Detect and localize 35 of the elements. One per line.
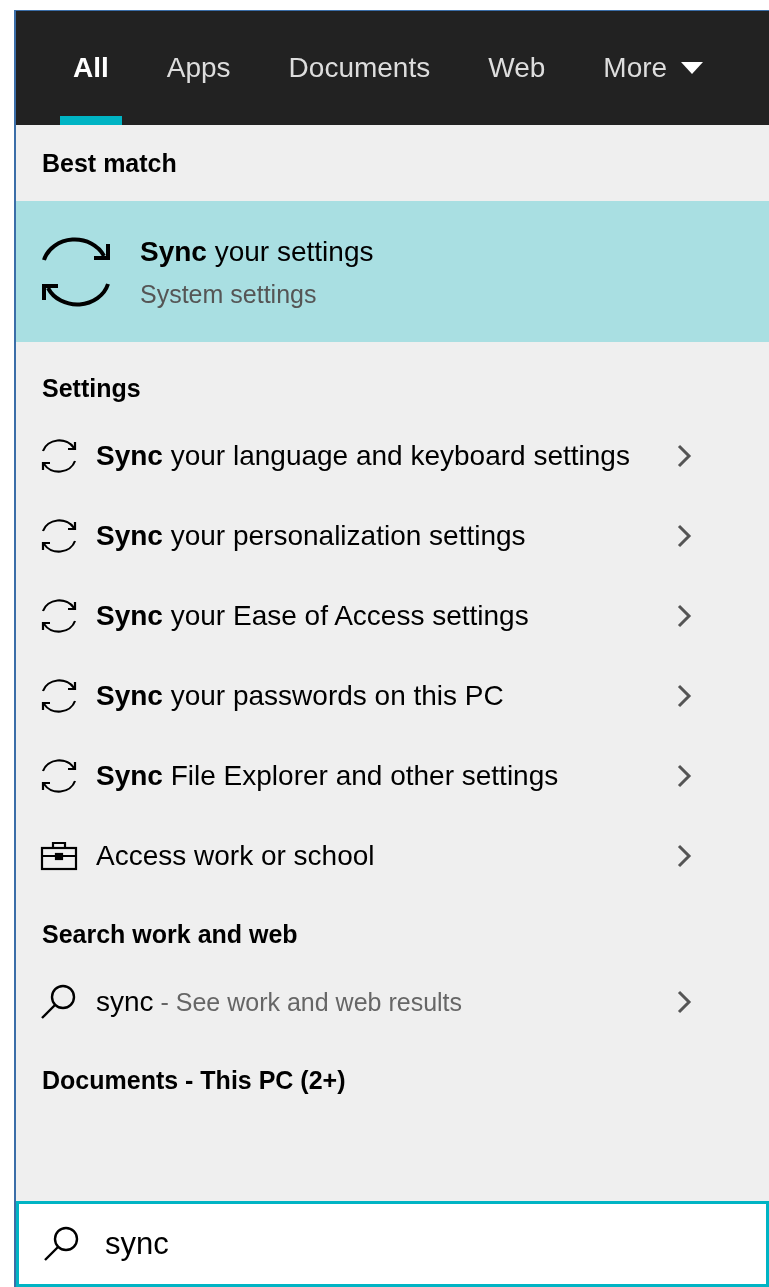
caret-down-icon [681, 62, 704, 74]
sync-icon [40, 597, 78, 635]
result-item[interactable]: Access work or school [16, 816, 769, 896]
sync-icon [40, 757, 78, 795]
chevron-right-icon [676, 989, 692, 1015]
chevron-right-icon [676, 763, 692, 789]
result-item[interactable]: sync - See work and web results [16, 962, 769, 1042]
chevron-right-icon [676, 523, 692, 549]
briefcase-icon [40, 841, 78, 871]
section-heading: Documents - This PC (2+) [42, 1065, 346, 1096]
result-item[interactable]: Sync your personalization settings [16, 496, 769, 576]
chevron-right-icon [676, 603, 692, 629]
result-hint: - See work and web results [159, 988, 463, 1016]
section-heading: Best match [42, 148, 177, 179]
chevron-right-icon [676, 443, 692, 469]
section-heading: Search work and web [42, 919, 298, 950]
result-item[interactable]: Sync your settings System settings [16, 201, 769, 342]
result-item[interactable]: Sync your passwords on this PC [16, 656, 769, 736]
result-item[interactable]: Sync File Explorer and other settings [16, 736, 769, 816]
chevron-right-icon [676, 843, 692, 869]
tab[interactable]: Documents [259, 11, 460, 125]
section-heading: Settings [42, 373, 141, 404]
tab[interactable]: Apps [137, 11, 260, 125]
search-icon [43, 1225, 81, 1263]
sync-icon [40, 517, 78, 555]
result-item[interactable]: Sync your language and keyboard settings [16, 416, 769, 496]
tab[interactable]: Web [459, 11, 575, 125]
sync-icon [40, 677, 78, 715]
result-item[interactable]: Sync your Ease of Access settings [16, 576, 769, 656]
tab[interactable]: All [44, 11, 138, 125]
search-icon [40, 983, 78, 1021]
tab[interactable]: More [574, 11, 733, 125]
result-subtitle: System settings [140, 278, 318, 310]
sync-icon [40, 437, 78, 475]
chevron-right-icon [676, 683, 692, 709]
